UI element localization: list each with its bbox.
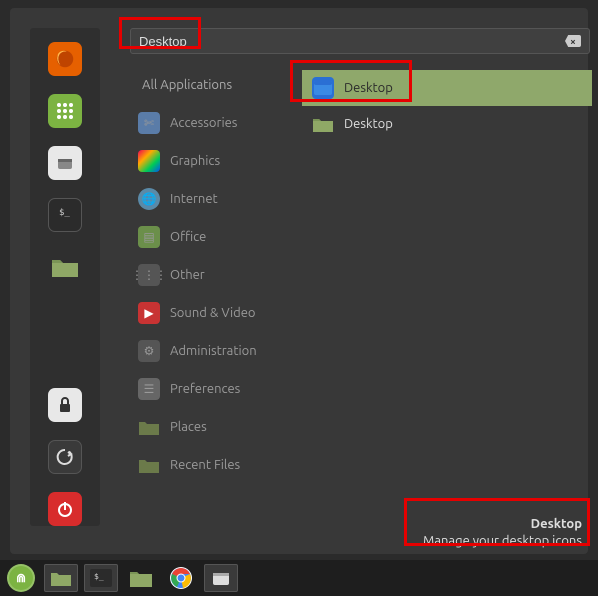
category-label: Other: [170, 268, 205, 282]
fav-firefox[interactable]: [48, 42, 82, 76]
chrome-icon: [169, 566, 193, 590]
category-label: Internet: [170, 192, 218, 206]
category-label: Office: [170, 230, 206, 244]
category-label: Graphics: [170, 154, 220, 168]
palette-icon: [138, 150, 160, 172]
category-label: Preferences: [170, 382, 240, 396]
fav-files[interactable]: [48, 250, 82, 284]
firefox-icon: [54, 48, 76, 70]
taskbar-files[interactable]: [44, 564, 78, 592]
category-label: Administration: [170, 344, 257, 358]
logout-icon: [55, 447, 75, 467]
fav-terminal[interactable]: $_: [48, 198, 82, 232]
folder-icon: [138, 416, 160, 438]
doc-icon: ▤: [138, 226, 160, 248]
globe-icon: 🌐: [138, 188, 160, 210]
terminal-icon: $_: [55, 205, 75, 225]
category-places[interactable]: Places: [130, 408, 290, 446]
category-recent[interactable]: Recent Files: [130, 446, 290, 484]
description-title: Desktop: [423, 516, 582, 533]
category-label: All Applications: [142, 78, 232, 92]
fav-apps[interactable]: [48, 94, 82, 128]
result-label: Desktop: [344, 81, 393, 95]
taskbar-software[interactable]: [204, 564, 238, 592]
favorites-sidebar: $_: [30, 28, 100, 526]
category-all[interactable]: All Applications: [130, 66, 290, 104]
category-administration[interactable]: ⚙ Administration: [130, 332, 290, 370]
category-graphics[interactable]: Graphics: [130, 142, 290, 180]
prefs-icon: ☰: [138, 378, 160, 400]
package-icon: [211, 569, 231, 587]
folder-icon: [129, 568, 153, 588]
taskbar-files2[interactable]: [124, 564, 158, 592]
play-icon: ▶: [138, 302, 160, 324]
fav-logout[interactable]: [48, 440, 82, 474]
admin-icon: ⚙: [138, 340, 160, 362]
description-subtitle: Manage your desktop icons: [423, 533, 582, 550]
power-icon: [55, 499, 75, 519]
dots-icon: ⋮⋮⋮: [138, 264, 160, 286]
result-desktop-folder[interactable]: Desktop: [302, 106, 592, 142]
category-internet[interactable]: 🌐 Internet: [130, 180, 290, 218]
svg-text:$_: $_: [59, 208, 70, 218]
taskbar-terminal[interactable]: $_: [84, 564, 118, 592]
mint-logo-icon: ⋒: [7, 564, 35, 592]
category-label: Places: [170, 420, 207, 434]
taskbar: ⋒ $_: [0, 560, 598, 596]
scissors-icon: ✄: [138, 112, 160, 134]
fav-lock[interactable]: [48, 388, 82, 422]
svg-text:$_: $_: [94, 572, 104, 581]
result-desktop-app[interactable]: Desktop: [302, 70, 592, 106]
lock-icon: [56, 396, 74, 414]
category-preferences[interactable]: ☰ Preferences: [130, 370, 290, 408]
search-input[interactable]: [139, 34, 565, 49]
application-menu: $_ × All Applications ✄ Accessories Grap…: [10, 8, 588, 554]
category-office[interactable]: ▤ Office: [130, 218, 290, 256]
package-icon: [55, 153, 75, 173]
grid-icon: [56, 102, 74, 120]
clear-search-icon[interactable]: ×: [565, 35, 581, 47]
folder-icon: [138, 454, 160, 476]
search-field[interactable]: ×: [130, 28, 590, 54]
category-other[interactable]: ⋮⋮⋮ Other: [130, 256, 290, 294]
category-list: All Applications ✄ Accessories Graphics …: [130, 66, 290, 484]
results-list: Desktop Desktop: [302, 70, 592, 142]
desktop-icon: [312, 77, 334, 99]
terminal-icon: $_: [90, 569, 112, 587]
category-label: Recent Files: [170, 458, 240, 472]
fav-software[interactable]: [48, 146, 82, 180]
folder-icon: [312, 113, 334, 135]
folder-icon: [50, 569, 72, 587]
mint-menu-button[interactable]: ⋒: [4, 564, 38, 592]
category-sound-video[interactable]: ▶ Sound & Video: [130, 294, 290, 332]
result-label: Desktop: [344, 117, 393, 131]
category-label: Sound & Video: [170, 306, 256, 320]
folder-icon: [50, 254, 80, 280]
item-description: Desktop Manage your desktop icons: [423, 516, 582, 550]
category-accessories[interactable]: ✄ Accessories: [130, 104, 290, 142]
category-label: Accessories: [170, 116, 237, 130]
taskbar-chrome[interactable]: [164, 564, 198, 592]
fav-shutdown[interactable]: [48, 492, 82, 526]
